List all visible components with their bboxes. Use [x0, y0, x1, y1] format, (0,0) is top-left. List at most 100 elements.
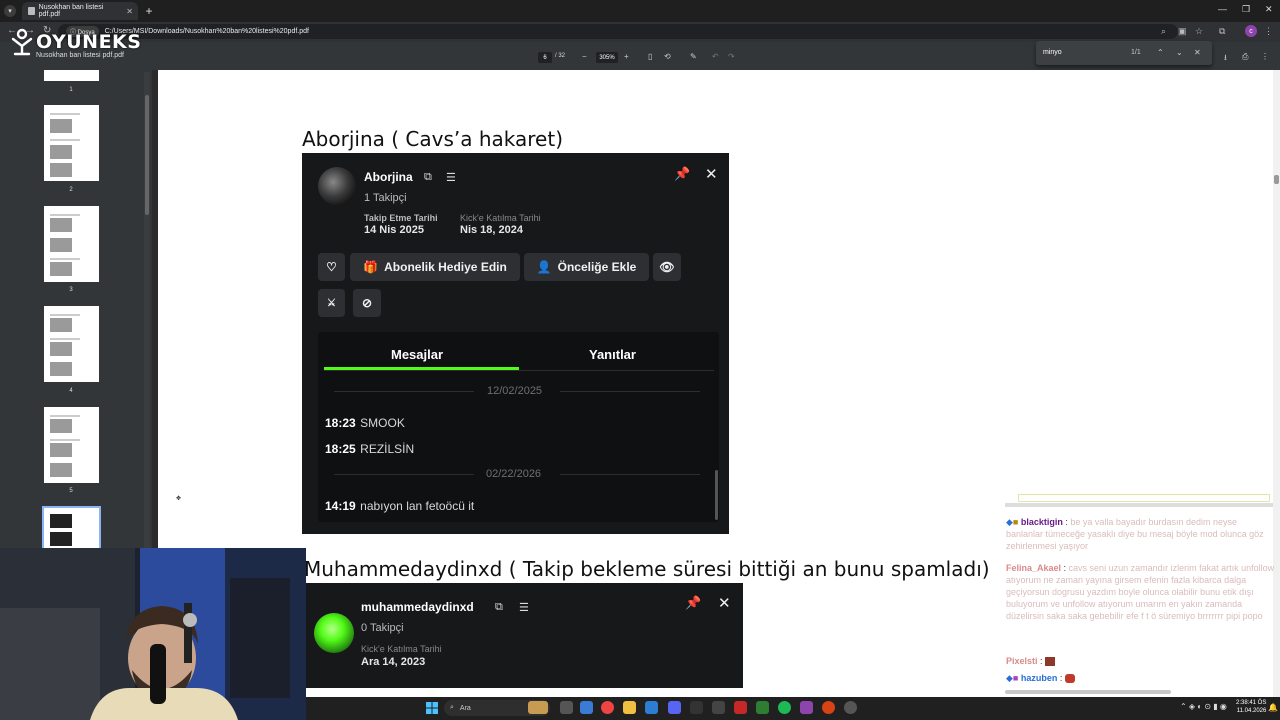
- thumbnail-page-4[interactable]: [44, 306, 99, 382]
- chat-message: ◆■ hazuben :: [1006, 672, 1075, 684]
- app-icon-3[interactable]: [712, 701, 725, 714]
- page-number-input[interactable]: 6: [538, 52, 552, 63]
- messages-scrollbar[interactable]: [715, 470, 718, 520]
- find-input[interactable]: minyo: [1043, 49, 1062, 56]
- badge-icon: ◆: [1006, 517, 1013, 527]
- avatar: [318, 167, 356, 205]
- message-row: 18:25 REZİLSİN: [325, 440, 414, 458]
- app-icon-7[interactable]: [822, 701, 835, 714]
- url-field[interactable]: ⓘ Dosya C:/Users/MSI/Downloads/Nusokhan%…: [58, 24, 1178, 39]
- more-icon[interactable]: ⋮: [1261, 52, 1269, 61]
- sidebar-scroll-thumb[interactable]: [145, 95, 149, 215]
- tab-replies[interactable]: Yanıtlar: [589, 347, 636, 362]
- close-window-icon[interactable]: ✕: [1265, 4, 1273, 15]
- follow-date-label: Takip Etme Tarihi: [364, 213, 438, 223]
- add-priority-button[interactable]: 👤 Önceliğe Ekle: [524, 253, 649, 281]
- find-close-icon[interactable]: ✕: [1194, 48, 1201, 57]
- logo-mark-icon: [11, 28, 33, 56]
- zoom-icon[interactable]: ⌕: [1161, 26, 1166, 37]
- doc-scroll-thumb[interactable]: [1274, 175, 1279, 184]
- chat-input-bar[interactable]: [1018, 494, 1270, 502]
- section-heading-muhammedaydinxd: Muhammedaydinxd ( Takip bekleme süresi b…: [304, 557, 990, 581]
- fit-page-icon[interactable]: ▯: [648, 52, 652, 61]
- redo-icon[interactable]: ↷: [728, 52, 735, 61]
- chat-username[interactable]: blacktigin: [1021, 517, 1063, 527]
- annotate-icon[interactable]: ✎: [690, 52, 697, 61]
- chat-username[interactable]: hazuben: [1021, 673, 1058, 683]
- tab-messages[interactable]: Mesajlar: [391, 347, 443, 362]
- rotate-icon[interactable]: ⟲: [664, 52, 671, 61]
- chat-username[interactable]: Pixelsti: [1006, 656, 1038, 666]
- join-date: Nis 18, 2024: [460, 224, 523, 236]
- date-divider-line: [334, 391, 474, 392]
- chat-username[interactable]: Felina_Akael: [1006, 563, 1061, 573]
- gift-sub-button[interactable]: 🎁 Abonelik Hediye Edin: [350, 253, 520, 281]
- close-icon[interactable]: ✕: [718, 594, 731, 612]
- app-icon-1[interactable]: [580, 701, 593, 714]
- join-date: Ara 14, 2023: [361, 656, 426, 668]
- find-prev-icon[interactable]: ⌃: [1157, 48, 1164, 57]
- zoom-input[interactable]: 305%: [596, 52, 618, 63]
- tray-icons[interactable]: ⌃ ◈ ◐ ⊙ ▮ ◉: [1180, 702, 1227, 711]
- minimize-icon[interactable]: —: [1218, 4, 1227, 14]
- pin-icon[interactable]: 📌: [674, 166, 690, 182]
- heart-button[interactable]: ♡: [318, 253, 345, 281]
- thumbnail-page-2[interactable]: [44, 105, 99, 181]
- taskbar-clock[interactable]: 2:38:41 ÖS 11.04.2026: [1236, 699, 1266, 715]
- widget-icon[interactable]: [528, 701, 548, 714]
- pin-icon[interactable]: 📌: [685, 595, 701, 611]
- card-icon[interactable]: ☰: [446, 171, 456, 184]
- close-icon[interactable]: ✕: [705, 165, 718, 183]
- username: Aborjina: [364, 170, 413, 184]
- tab-pdf[interactable]: Nusokhan ban listesi pdf.pdf ✕: [22, 2, 138, 20]
- zoom-out-icon[interactable]: −: [582, 52, 587, 61]
- app-icon-4[interactable]: [734, 701, 747, 714]
- tab-search-icon[interactable]: ▾: [4, 5, 16, 17]
- thumbnail-page-5[interactable]: [44, 407, 99, 483]
- ban-button[interactable]: ⊘: [353, 289, 381, 317]
- app-icon-2[interactable]: [690, 701, 703, 714]
- gift-icon: 🎁: [363, 260, 379, 274]
- install-icon[interactable]: ▣: [1178, 26, 1187, 37]
- thumbnail-page-6[interactable]: [42, 506, 101, 550]
- page-total: / 32: [555, 53, 566, 59]
- discord-icon[interactable]: [668, 701, 681, 714]
- task-view-icon[interactable]: [560, 701, 573, 714]
- windows-start-icon[interactable]: [426, 701, 438, 714]
- bookmark-star-icon[interactable]: ☆: [1195, 26, 1203, 37]
- app-icon-6[interactable]: [800, 701, 813, 714]
- maximize-icon[interactable]: ❐: [1242, 4, 1250, 15]
- copy-icon[interactable]: ⧉: [495, 601, 503, 614]
- chat-scrollbar[interactable]: [1005, 690, 1171, 694]
- print-icon[interactable]: ⎙: [1242, 52, 1248, 62]
- chrome-icon[interactable]: [601, 701, 614, 714]
- copy-icon[interactable]: ⧉: [424, 171, 432, 184]
- menu-icon[interactable]: ⋮: [1264, 26, 1273, 37]
- edge-icon[interactable]: [645, 701, 658, 714]
- undo-icon[interactable]: ↶: [712, 52, 719, 61]
- profile-avatar[interactable]: c: [1245, 25, 1257, 37]
- thumbnail-page-3[interactable]: [44, 206, 99, 282]
- zoom-in-icon[interactable]: +: [624, 52, 629, 61]
- webcam-overlay: [0, 548, 306, 720]
- badge-icon: ◆: [1006, 673, 1013, 683]
- download-icon-2[interactable]: ⭳: [1224, 52, 1227, 66]
- eye-button[interactable]: 👁: [653, 253, 681, 281]
- pdf-file-icon: [28, 7, 35, 15]
- spotify-icon[interactable]: [778, 701, 791, 714]
- message-time: 18:25: [325, 442, 356, 456]
- app-icon-5[interactable]: [756, 701, 769, 714]
- extensions-icon[interactable]: ⧉: [1219, 26, 1225, 37]
- message-text: SMOOK: [360, 416, 405, 430]
- file-explorer-icon[interactable]: [623, 701, 636, 714]
- thumbnail-page-1[interactable]: [44, 70, 99, 81]
- notification-icon[interactable]: 🔔: [1268, 703, 1278, 712]
- ban-icon: ⊘: [361, 296, 373, 310]
- card-icon[interactable]: ☰: [519, 601, 529, 614]
- thumbnail-label: 3: [69, 287, 73, 293]
- new-tab-button[interactable]: +: [142, 4, 156, 18]
- timeout-button[interactable]: ⚔: [318, 289, 345, 317]
- find-next-icon[interactable]: ⌄: [1176, 48, 1183, 57]
- app-icon-8[interactable]: [844, 701, 857, 714]
- tab-close-icon[interactable]: ✕: [126, 7, 133, 16]
